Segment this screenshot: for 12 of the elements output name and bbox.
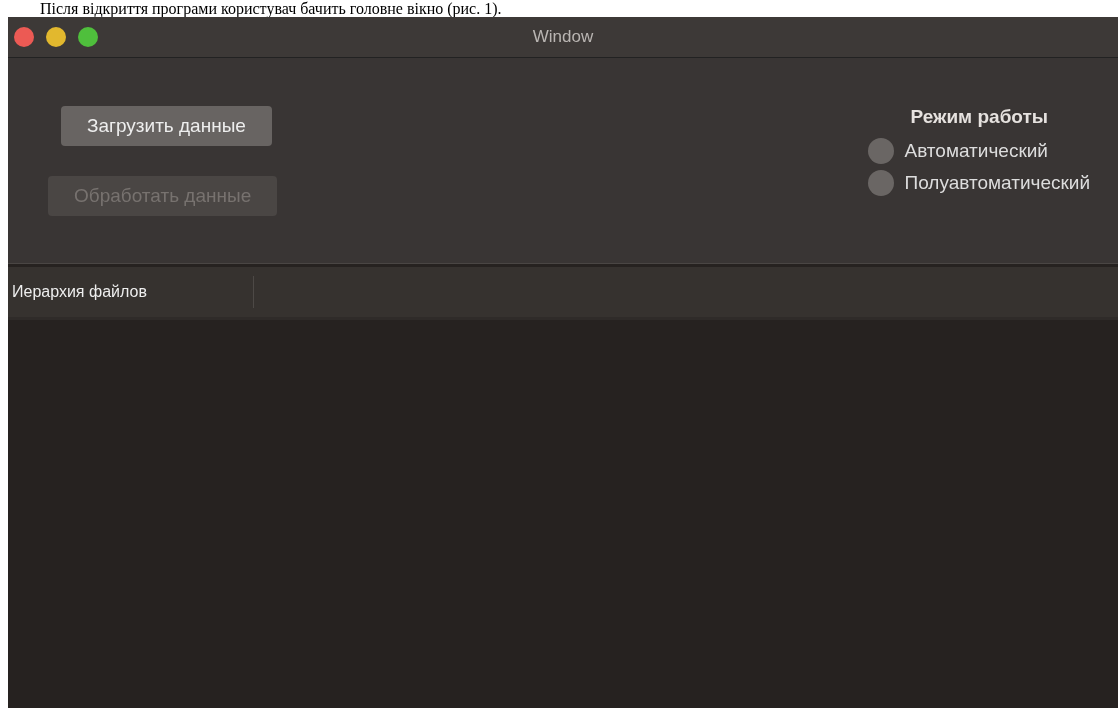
zoom-button[interactable] bbox=[78, 27, 98, 47]
column-header[interactable]: Иерархия файлов bbox=[8, 276, 254, 308]
radio-label[interactable]: Автоматический bbox=[904, 140, 1048, 162]
minimize-button[interactable] bbox=[46, 27, 66, 47]
radio-button[interactable] bbox=[868, 138, 895, 164]
close-button[interactable] bbox=[14, 27, 34, 47]
radio-label[interactable]: Полуавтоматический bbox=[904, 172, 1090, 194]
window-title: Window bbox=[532, 27, 594, 46]
document-caption: Після відкриття програми користувач бачить головне вікно (рис. 1). bbox=[39, 0, 502, 17]
action-button[interactable]: Загрузить данные bbox=[61, 106, 272, 146]
radio-button[interactable] bbox=[868, 170, 895, 196]
group-title: Режим работы bbox=[910, 106, 1049, 128]
